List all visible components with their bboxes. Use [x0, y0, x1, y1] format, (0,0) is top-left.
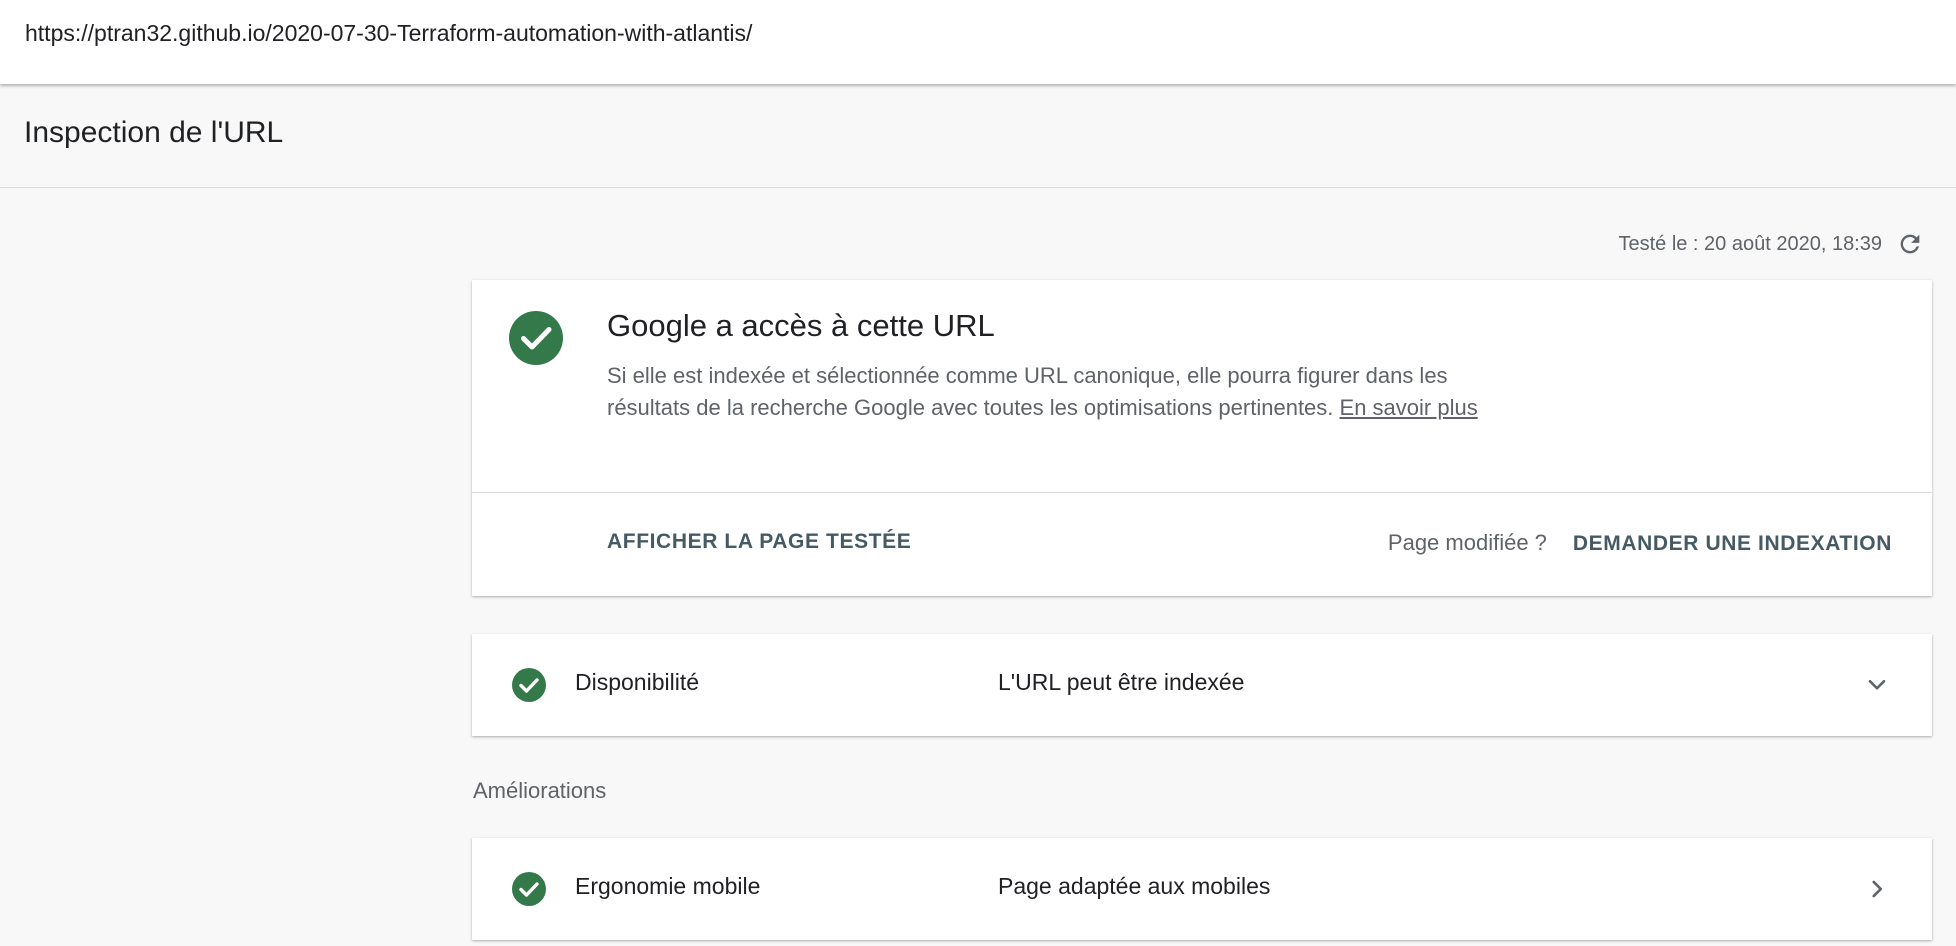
refresh-icon[interactable] — [1894, 228, 1926, 260]
url-text[interactable]: https://ptran32.github.io/2020-07-30-Ter… — [25, 20, 752, 47]
mobile-usability-value: Page adaptée aux mobiles — [998, 873, 1271, 899]
tested-timestamp: Testé le : 20 août 2020, 18:39 — [1618, 232, 1882, 255]
page-modified-label: Page modifiée ? — [1387, 530, 1547, 555]
mobile-usability-label: Ergonomie mobile — [575, 873, 761, 899]
page-header: Inspection de l'URL — [0, 84, 1956, 188]
address-bar[interactable]: https://ptran32.github.io/2020-07-30-Ter… — [0, 0, 1956, 84]
url-status-card: Google a accès à cette URL Si elle est i… — [472, 280, 1932, 596]
view-tested-page-button[interactable]: AFFICHER LA PAGE TESTÉE — [607, 530, 911, 554]
availability-label: Disponibilité — [575, 669, 700, 695]
chevron-down-icon[interactable] — [1862, 670, 1892, 700]
mobile-usability-row[interactable]: Ergonomie mobile Page adaptée aux mobile… — [472, 838, 1932, 940]
check-circle-icon — [512, 872, 546, 911]
availability-row[interactable]: Disponibilité L'URL peut être indexée — [472, 634, 1932, 736]
status-description-text: Si elle est indexée et sélectionnée comm… — [607, 363, 1448, 420]
tested-row: Testé le : 20 août 2020, 18:39 — [1618, 228, 1926, 260]
status-description: Si elle est indexée et sélectionnée comm… — [607, 360, 1527, 424]
enhancements-section-label: Améliorations — [473, 778, 607, 803]
check-circle-icon — [512, 668, 546, 707]
status-headline: Google a accès à cette URL — [607, 308, 995, 343]
card-divider — [472, 492, 1932, 493]
request-indexing-group: Page modifiée ? DEMANDER UNE INDEXATION — [1388, 530, 1892, 556]
request-indexing-button[interactable]: DEMANDER UNE INDEXATION — [1573, 532, 1892, 556]
learn-more-link[interactable]: En savoir plus — [1340, 395, 1478, 420]
check-circle-icon — [509, 311, 563, 370]
page-title: Inspection de l'URL — [24, 116, 284, 149]
chevron-right-icon[interactable] — [1862, 874, 1892, 904]
availability-value: L'URL peut être indexée — [998, 669, 1245, 695]
